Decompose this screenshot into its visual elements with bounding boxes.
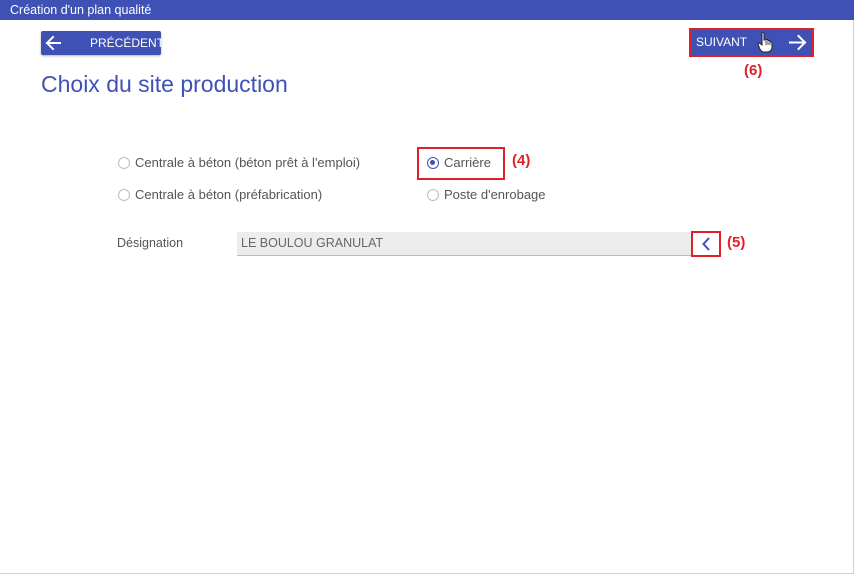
arrow-right-icon [789,34,807,51]
arrow-left-icon [45,35,61,51]
radio-button[interactable] [118,189,130,201]
radio-label: Centrale à béton (préfabrication) [135,187,323,202]
radio-label: Carrière [444,155,491,170]
previous-button[interactable]: PRÉCÉDENT [41,31,165,55]
radio-button[interactable] [118,157,130,169]
designation-button-annotation: (5) [727,234,746,251]
radio-label: Poste d'enrobage [444,187,546,202]
next-button-annotation: (6) [744,62,763,79]
radio-button[interactable] [427,189,439,201]
next-button[interactable]: SUIVANT [689,28,814,57]
previous-button-label: PRÉCÉDENT [90,36,165,50]
radio-label: Centrale à béton (béton prêt à l'emploi) [135,155,361,170]
next-button-label: SUIVANT [696,35,748,49]
designation-field[interactable]: LE BOULOU GRANULAT [237,232,692,256]
chevron-left-icon [702,237,710,251]
window-title-bar: Création d'un plan qualité [0,0,854,20]
designation-label: Désignation [117,236,184,250]
designation-select-button[interactable] [691,231,721,257]
radio-button-checked[interactable] [427,157,439,169]
page-title: Choix du site production [41,71,288,97]
content-frame [0,20,854,574]
carriere-annotation: (4) [512,152,531,169]
hand-pointer-icon [757,31,773,53]
window-title: Création d'un plan qualité [10,3,152,17]
